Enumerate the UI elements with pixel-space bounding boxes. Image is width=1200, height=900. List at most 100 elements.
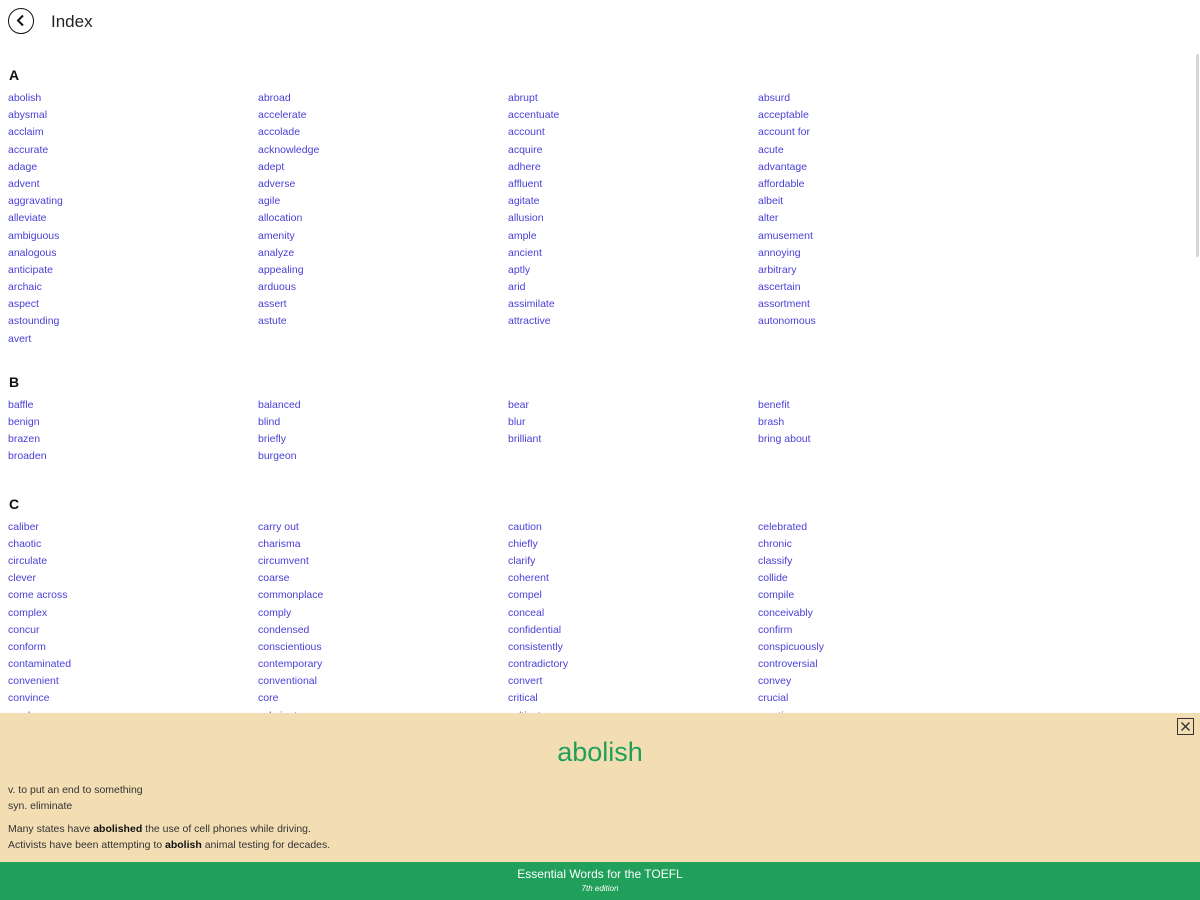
word-link[interactable]: accentuate [508,107,758,124]
word-link[interactable]: chronic [758,536,1008,553]
word-link[interactable]: coherent [508,570,758,587]
word-link[interactable]: compel [508,587,758,604]
word-link[interactable]: allocation [258,210,508,227]
word-link[interactable]: commonplace [258,587,508,604]
word-link[interactable]: convey [758,673,1008,690]
word-link[interactable]: agile [258,193,508,210]
word-link[interactable]: adverse [258,176,508,193]
word-link[interactable]: core [258,690,508,707]
word-link[interactable]: affordable [758,176,1008,193]
word-link[interactable]: astounding [8,313,258,330]
word-index-list[interactable]: Aabolish abroad abrupt absurd abysmal acceler… [0,44,1195,713]
word-link[interactable]: ascertain [758,279,1008,296]
word-link[interactable]: confirm [758,622,1008,639]
close-button[interactable] [1177,718,1194,735]
word-link[interactable]: adage [8,159,258,176]
word-link[interactable]: advent [8,176,258,193]
word-link[interactable]: caliber [8,519,258,536]
word-link[interactable]: arbitrary [758,262,1008,279]
word-link[interactable]: arid [508,279,758,296]
word-link[interactable]: bring about [758,431,1008,448]
word-link[interactable]: ample [508,228,758,245]
word-link[interactable]: ambiguous [8,228,258,245]
word-link[interactable]: classify [758,553,1008,570]
word-link[interactable]: bear [508,397,758,414]
word-link[interactable]: clever [8,570,258,587]
word-link[interactable]: archaic [8,279,258,296]
word-link[interactable]: analyze [258,245,508,262]
word-link[interactable]: consistently [508,639,758,656]
word-link[interactable]: chiefly [508,536,758,553]
word-link[interactable]: briefly [258,431,508,448]
word-link[interactable]: accelerate [258,107,508,124]
word-link[interactable]: anticipate [8,262,258,279]
word-link[interactable]: brilliant [508,431,758,448]
word-link[interactable]: aggravating [8,193,258,210]
word-link[interactable]: assortment [758,296,1008,313]
word-link[interactable]: broaden [8,448,258,465]
word-link[interactable]: balanced [258,397,508,414]
word-link[interactable]: albeit [758,193,1008,210]
word-link[interactable]: affluent [508,176,758,193]
word-link[interactable]: come across [8,587,258,604]
word-link[interactable]: acclaim [8,124,258,141]
word-link[interactable]: amenity [258,228,508,245]
word-link[interactable]: alter [758,210,1008,227]
word-link[interactable]: abolish [8,90,258,107]
word-link[interactable]: abysmal [8,107,258,124]
word-link[interactable]: absurd [758,90,1008,107]
word-link[interactable]: advantage [758,159,1008,176]
word-link[interactable]: compile [758,587,1008,604]
word-link[interactable]: condensed [258,622,508,639]
word-link[interactable]: astute [258,313,508,330]
word-link[interactable]: arduous [258,279,508,296]
word-link[interactable]: carry out [258,519,508,536]
back-button[interactable] [8,8,34,34]
word-link[interactable]: confidential [508,622,758,639]
word-link[interactable]: convince [8,690,258,707]
word-link[interactable]: avert [8,331,258,348]
word-link[interactable]: crucial [758,690,1008,707]
word-link[interactable]: autonomous [758,313,1008,330]
word-link[interactable]: contemporary [258,656,508,673]
word-link[interactable]: brash [758,414,1008,431]
word-link[interactable]: abroad [258,90,508,107]
word-link[interactable]: burgeon [258,448,508,465]
word-link[interactable]: acquire [508,142,758,159]
word-link[interactable]: benefit [758,397,1008,414]
word-link[interactable]: blur [508,414,758,431]
word-link[interactable]: amusement [758,228,1008,245]
word-link[interactable]: attractive [508,313,758,330]
word-link[interactable]: complex [8,605,258,622]
word-link[interactable]: aptly [508,262,758,279]
word-link[interactable]: analogous [8,245,258,262]
word-link[interactable]: adhere [508,159,758,176]
word-link[interactable]: conscientious [258,639,508,656]
word-link[interactable]: assimilate [508,296,758,313]
word-link[interactable]: circulate [8,553,258,570]
scrollbar[interactable] [1196,54,1199,257]
word-link[interactable]: acute [758,142,1008,159]
word-link[interactable]: brazen [8,431,258,448]
word-link[interactable]: baffle [8,397,258,414]
word-link[interactable]: accurate [8,142,258,159]
word-link[interactable]: convenient [8,673,258,690]
word-link[interactable]: collide [758,570,1008,587]
word-link[interactable]: comply [258,605,508,622]
word-link[interactable]: allusion [508,210,758,227]
word-link[interactable]: chaotic [8,536,258,553]
word-link[interactable]: celebrated [758,519,1008,536]
word-link[interactable]: agitate [508,193,758,210]
word-link[interactable]: annoying [758,245,1008,262]
word-link[interactable]: conventional [258,673,508,690]
word-link[interactable]: controversial [758,656,1008,673]
word-link[interactable]: charisma [258,536,508,553]
word-link[interactable]: coarse [258,570,508,587]
word-link[interactable]: caution [508,519,758,536]
word-link[interactable]: benign [8,414,258,431]
word-link[interactable]: conceal [508,605,758,622]
word-link[interactable]: conform [8,639,258,656]
word-link[interactable]: abrupt [508,90,758,107]
word-link[interactable]: contradictory [508,656,758,673]
word-link[interactable]: critical [508,690,758,707]
